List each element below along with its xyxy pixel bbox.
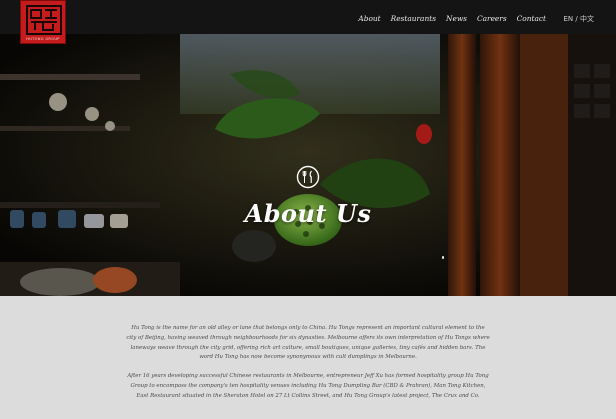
language-switcher: EN / 中文: [564, 14, 595, 24]
top-nav-bar: HUTONG GROUP About Restaurants News Care…: [0, 0, 616, 44]
about-content: Hu Tong is the name for an old alley or …: [126, 324, 490, 411]
logo-seal-icon: [26, 5, 62, 35]
nav-news[interactable]: News: [446, 14, 467, 28]
lang-cn-link[interactable]: 中文: [580, 15, 594, 23]
lang-en-link[interactable]: EN: [564, 15, 574, 23]
main-navigation: About Restaurants News Careers Contact: [348, 14, 546, 28]
nav-careers[interactable]: Careers: [477, 14, 507, 28]
logo-subtext: HUTONG GROUP: [26, 37, 60, 41]
page-title: About Us: [244, 199, 372, 228]
lang-separator: /: [575, 15, 578, 23]
nav-about[interactable]: About: [358, 14, 380, 28]
scroll-indicator: [442, 256, 444, 259]
about-paragraph: Hu Tong is the name for an old alley or …: [126, 325, 490, 361]
fork-knife-icon: [296, 165, 320, 189]
hero-banner: About Us: [0, 34, 616, 296]
nav-restaurants[interactable]: Restaurants: [391, 14, 436, 28]
nav-contact[interactable]: Contact: [517, 14, 546, 28]
hutong-group-logo[interactable]: HUTONG GROUP: [20, 0, 66, 44]
about-paragraph: After 16 years developing successful Chi…: [127, 373, 489, 399]
